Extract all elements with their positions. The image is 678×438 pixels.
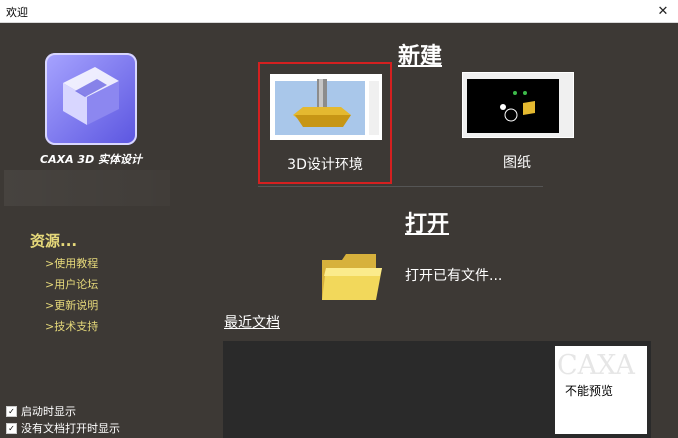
folder-icon[interactable] (320, 248, 384, 306)
open-existing-file-link[interactable]: 打开已有文件... (405, 265, 502, 285)
resource-link-forum[interactable]: >用户论坛 (45, 276, 98, 292)
logo-caption: CAXA 3D 实体设计 (40, 153, 143, 166)
checkbox-label: 启动时显示 (21, 405, 76, 418)
title-bar: 欢迎 ✕ (0, 0, 678, 23)
tile-label: 图纸 (503, 155, 531, 171)
preview-watermark: CAXA (557, 350, 635, 381)
section-divider (258, 186, 543, 187)
recent-documents-title: 最近文档 (224, 315, 280, 331)
resources-title: 资源... (30, 232, 78, 250)
checkbox-checked-icon: ✓ (6, 422, 17, 434)
checkbox-show-when-no-doc[interactable]: ✓ 没有文档打开时显示 (6, 420, 120, 436)
tile-drawing[interactable]: 图纸 (452, 62, 582, 180)
welcome-window: 欢迎 ✕ CAXA 3D 实体设计 资源... >使用教程 >用户论坛 >更新说… (0, 0, 678, 438)
caxa-logo-icon (45, 53, 137, 145)
resource-link-release-notes[interactable]: >更新说明 (45, 297, 98, 313)
logo-reflection (4, 170, 170, 206)
tile-3d-design[interactable]: 3D设计环境 (258, 62, 392, 184)
checkbox-label: 没有文档打开时显示 (21, 422, 120, 435)
checkbox-show-on-startup[interactable]: ✓ 启动时显示 (6, 403, 76, 419)
resource-link-support[interactable]: >技术支持 (45, 318, 98, 334)
tile-label: 3D设计环境 (287, 157, 363, 173)
sidebar: CAXA 3D 实体设计 资源... >使用教程 >用户论坛 >更新说明 >技术… (0, 23, 175, 438)
new-heading: 新建 (398, 44, 443, 69)
open-heading: 打开 (405, 212, 450, 237)
drawing-preview-icon (462, 72, 574, 138)
close-button[interactable]: ✕ (648, 0, 678, 22)
window-title: 欢迎 (6, 6, 28, 19)
checkbox-checked-icon: ✓ (6, 405, 17, 417)
resource-link-tutorial[interactable]: >使用教程 (45, 255, 98, 271)
preview-text: 不能预览 (565, 384, 614, 398)
close-icon: ✕ (657, 3, 669, 19)
recent-preview: CAXA 不能预览 (555, 346, 647, 434)
resources-list: >使用教程 >用户论坛 >更新说明 >技术支持 (45, 255, 98, 339)
3d-gear-preview-icon (270, 74, 382, 140)
